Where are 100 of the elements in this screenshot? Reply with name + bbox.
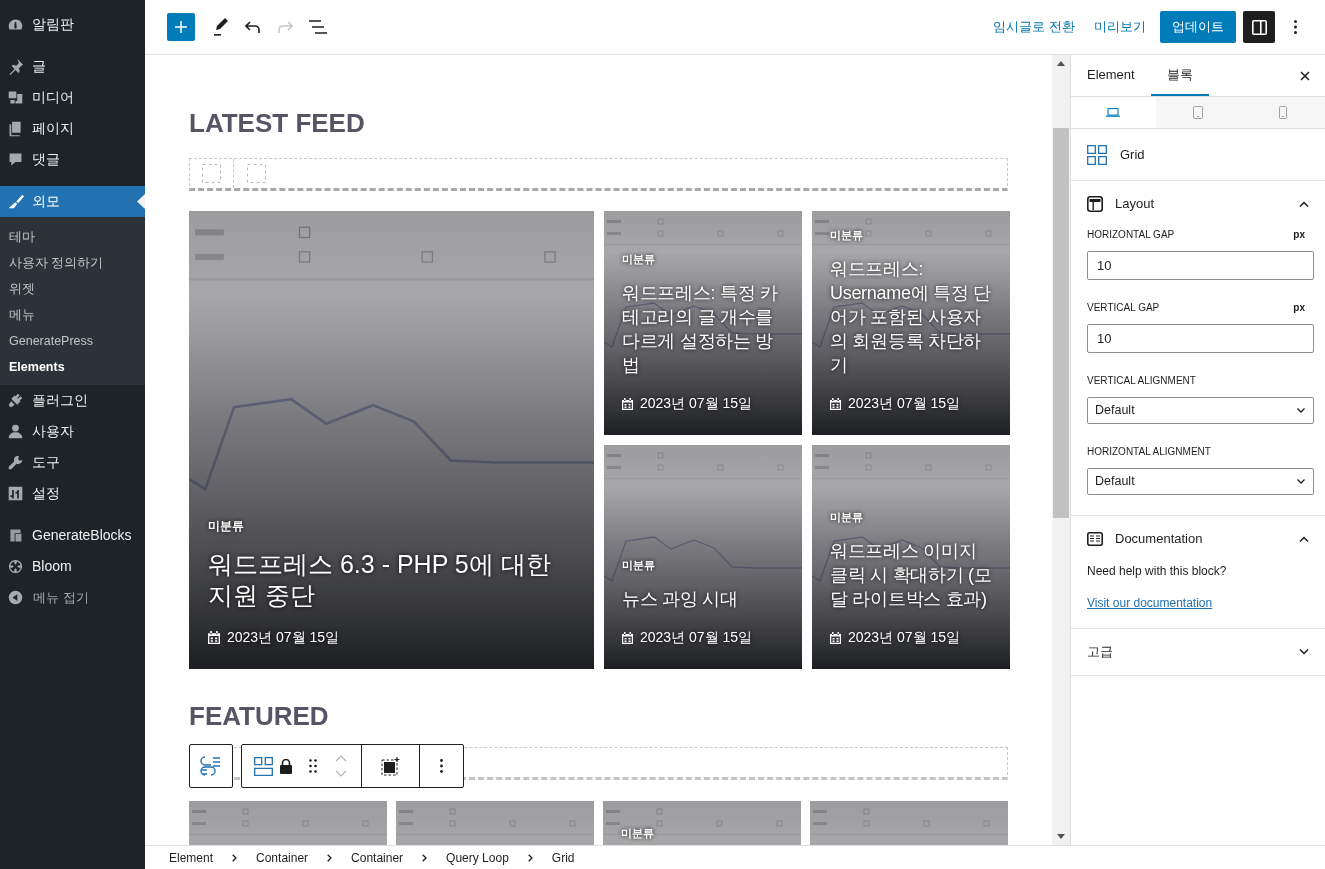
parent-block-button[interactable] <box>189 744 233 788</box>
menu-pointer-icon <box>137 194 145 209</box>
unit-label: px <box>1293 228 1305 242</box>
settings-toggle-button[interactable] <box>1243 11 1275 43</box>
post-title[interactable]: 뉴스 과잉 시대 <box>622 587 784 611</box>
post-title[interactable]: 워드프레스: 특정 카테고리의 글 개수를 다르게 설정하는 방법 <box>622 281 784 377</box>
scroll-up-arrow-icon[interactable] <box>1057 61 1065 66</box>
tools-button[interactable] <box>212 17 230 37</box>
chevron-right-icon <box>327 853 333 862</box>
lock-icon[interactable] <box>280 758 292 774</box>
plus-icon <box>175 21 187 33</box>
help-text: Need help with this block? <box>1087 563 1228 580</box>
plug-icon <box>7 392 24 409</box>
brush-icon <box>7 193 24 210</box>
field-label: HORIZONTAL GAP <box>1087 228 1175 242</box>
field-label: VERTICAL ALIGNMENT <box>1087 374 1196 388</box>
list-view-button[interactable] <box>308 18 328 36</box>
field-label: HORIZONTAL ALIGNMENT <box>1087 445 1211 459</box>
panel-toggle[interactable]: Documentation <box>1087 516 1309 562</box>
breadcrumb-item[interactable]: Container <box>345 848 410 867</box>
number-field[interactable]: 10 <box>1087 324 1314 353</box>
grid-icon[interactable] <box>254 756 273 776</box>
list-view-icon <box>309 20 327 34</box>
submenu-item[interactable]: GeneratePress <box>0 328 145 354</box>
post-date: 2023년 07월 15일 <box>640 394 753 413</box>
sidebar-item[interactable]: 글 <box>0 51 145 82</box>
sidebar-item[interactable]: 댓글 <box>0 144 145 175</box>
select-field[interactable]: Default <box>1087 468 1314 495</box>
submenu-item[interactable]: 테마 <box>0 224 145 250</box>
post-category[interactable]: 미분류 <box>208 517 244 535</box>
pin-icon <box>7 58 24 75</box>
breadcrumb-item[interactable]: Container <box>250 848 315 867</box>
unit-label: px <box>1293 301 1305 315</box>
header-link[interactable]: 임시글로 전환 <box>993 17 1075 37</box>
calendar-icon <box>622 397 633 410</box>
scroll-down-arrow-icon[interactable] <box>1057 834 1065 839</box>
layered-blocks-icon <box>7 527 24 544</box>
drag-handle-icon[interactable] <box>309 759 317 773</box>
undo-icon <box>245 20 261 34</box>
calendar-icon <box>830 397 841 410</box>
number-field[interactable]: 10 <box>1087 251 1314 280</box>
breadcrumb-item[interactable]: Grid <box>545 848 581 867</box>
post-title[interactable]: 워드프레스 6.3 - PHP 5에 대한 지원 중단 <box>208 549 575 611</box>
submenu-item[interactable]: 메뉴 <box>0 302 145 328</box>
sidebar-item[interactable]: Bloom <box>0 551 145 582</box>
sidebar-item[interactable]: 외모 <box>0 186 145 217</box>
inspector-tab[interactable]: Element <box>1071 55 1151 96</box>
scrollbar[interactable] <box>1052 55 1070 845</box>
phone-icon <box>1278 106 1287 119</box>
panel-toggle[interactable]: 고급 <box>1087 629 1309 675</box>
speech-bubble-icon <box>7 151 24 168</box>
dropdown-chevron-icon <box>1297 479 1305 484</box>
sidebar-item[interactable]: GenerateBlocks <box>0 520 145 551</box>
documentation-link[interactable]: Visit our documentation <box>1087 594 1309 612</box>
media-icon <box>7 89 24 106</box>
section-heading: FEATURED <box>189 700 330 732</box>
chevron-right-icon <box>527 853 533 862</box>
calendar-icon <box>208 631 220 644</box>
collapse-menu-button[interactable]: 메뉴 접기 <box>0 582 145 613</box>
breadcrumb-item[interactable]: Query Loop <box>440 848 515 867</box>
dropdown-chevron-icon <box>1297 408 1305 413</box>
sidebar-item[interactable]: 플러그인 <box>0 385 145 416</box>
select-field[interactable]: Default <box>1087 397 1314 424</box>
grid-icon <box>1087 144 1107 165</box>
sidebar-item[interactable]: 미디어 <box>0 82 145 113</box>
sidebar-item[interactable]: 설정 <box>0 478 145 509</box>
pencil-icon <box>213 18 229 36</box>
post-title[interactable]: 워드프레스: Username에 특정 단어가 포함된 사용자의 회원등록 차단하기 <box>830 257 992 377</box>
block-name: Grid <box>1120 145 1145 164</box>
submenu-item[interactable]: 사용자 정의하기 <box>0 250 145 276</box>
scrollbar-thumb[interactable] <box>1053 128 1069 518</box>
user-icon <box>7 423 24 440</box>
post-title[interactable]: 워드프레스 이미지 클릭 시 확대하기 (모달 라이트박스 효과) <box>830 539 992 611</box>
field-label: VERTICAL GAP <box>1087 301 1160 315</box>
update-button[interactable]: 업데이트 <box>1160 11 1236 43</box>
layout-icon <box>1087 196 1103 212</box>
panel-toggle[interactable]: Layout <box>1087 181 1309 227</box>
sidebar-item[interactable]: 사용자 <box>0 416 145 447</box>
section-heading: LATEST FEED <box>189 107 366 139</box>
chevron-right-icon <box>422 853 428 862</box>
post-category[interactable]: 미분류 <box>622 556 655 573</box>
submenu-item[interactable]: Elements <box>0 354 145 380</box>
sidebar-item[interactable]: 알림판 <box>0 9 145 40</box>
sidebar-item[interactable]: 페이지 <box>0 113 145 144</box>
kebab-menu-icon <box>1293 20 1297 34</box>
breadcrumb-item[interactable]: Element <box>163 848 220 867</box>
post-date: 2023년 07월 15일 <box>640 628 753 647</box>
calendar-icon <box>830 631 841 644</box>
add-block-button[interactable] <box>167 13 195 41</box>
collapse-icon <box>8 590 23 605</box>
kebab-menu-icon[interactable] <box>440 759 443 773</box>
flower-icon <box>7 558 24 575</box>
sidebar-item[interactable]: 도구 <box>0 447 145 478</box>
undo-button[interactable] <box>244 18 262 36</box>
select-block-icon[interactable] <box>381 756 400 776</box>
submenu-item[interactable]: 위젯 <box>0 276 145 302</box>
sliders-icon <box>7 485 24 502</box>
header-link[interactable]: 미리보기 <box>1094 17 1146 37</box>
redo-icon <box>277 20 293 34</box>
pages-icon <box>7 120 24 137</box>
